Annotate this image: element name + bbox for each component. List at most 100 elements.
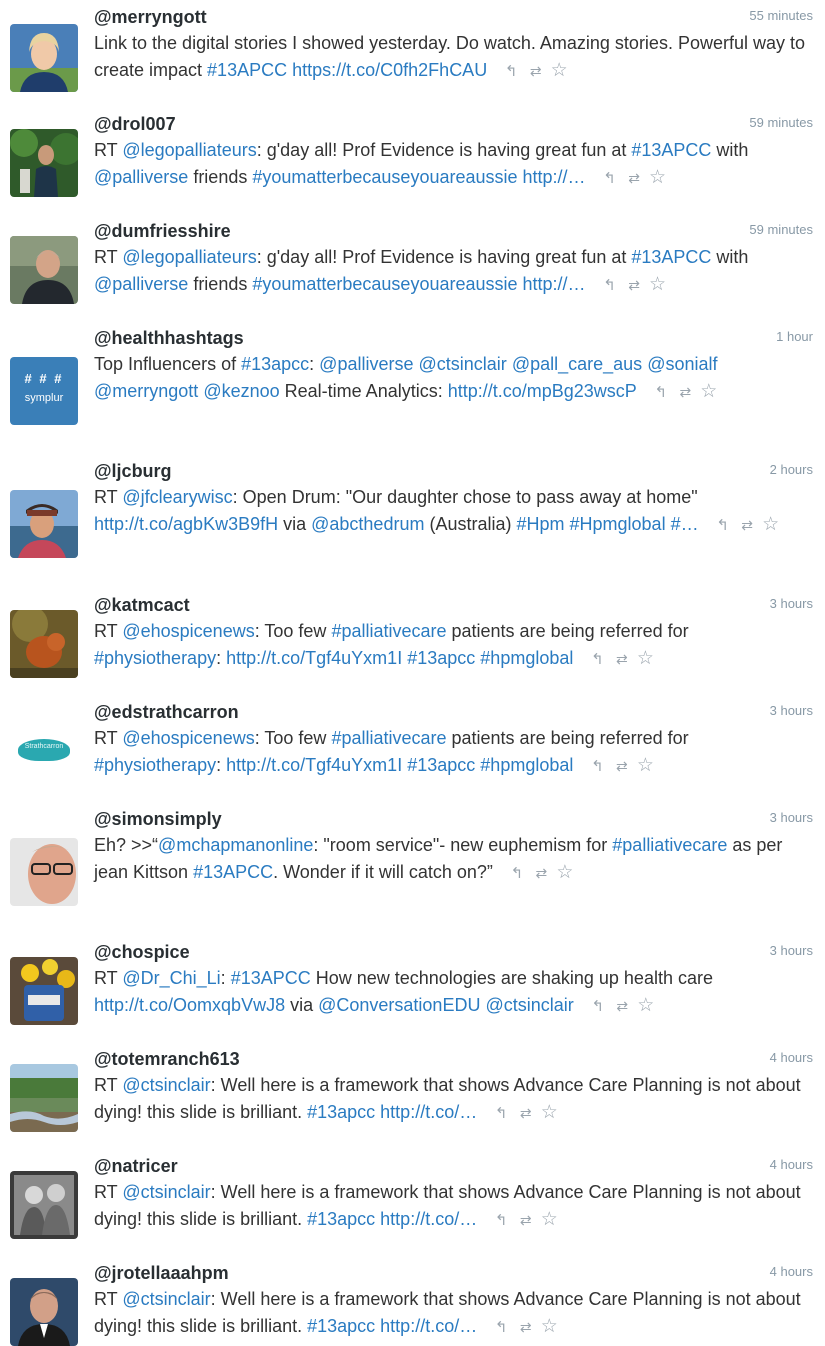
avatar[interactable]	[10, 490, 78, 558]
tweet-link[interactable]: @palliverse	[319, 354, 413, 374]
tweet-handle[interactable]: @natricer	[94, 1155, 178, 1177]
tweet-link[interactable]: #Hpm	[516, 514, 564, 534]
tweet-link[interactable]: #palliativecare	[331, 621, 446, 641]
tweet-time[interactable]: 4 hours	[770, 1264, 813, 1280]
tweet-link[interactable]: #13APCC	[207, 60, 287, 80]
tweet-link[interactable]: http://…	[523, 167, 586, 187]
favorite-icon[interactable]: ☆	[699, 379, 719, 406]
tweet-link[interactable]: #13APCC	[631, 247, 711, 267]
tweet-link[interactable]: http://t.co/agbKw3B9fH	[94, 514, 278, 534]
tweet-time[interactable]: 3 hours	[770, 703, 813, 719]
tweet-link[interactable]: #13APCC	[231, 968, 311, 988]
tweet-link[interactable]: http://t.co/mpBg23wscP	[448, 381, 637, 401]
avatar[interactable]	[10, 957, 78, 1025]
tweet-handle[interactable]: @healthhashtags	[94, 327, 244, 349]
tweet-link[interactable]: @pall_care_aus	[512, 354, 642, 374]
tweet-handle[interactable]: @simonsimply	[94, 808, 222, 830]
tweet-link[interactable]: #Hpmglobal	[570, 514, 666, 534]
avatar[interactable]	[10, 838, 78, 906]
tweet-link[interactable]: #palliativecare	[331, 728, 446, 748]
tweet-handle[interactable]: @dumfriesshire	[94, 220, 231, 242]
tweet-link[interactable]: @Dr_Chi_Li	[122, 968, 220, 988]
tweet-handle[interactable]: @jrotellaaahpm	[94, 1262, 229, 1284]
tweet-link[interactable]: #13APCC	[631, 140, 711, 160]
tweet-link[interactable]: @ctsinclair	[122, 1289, 210, 1309]
favorite-icon[interactable]: ☆	[539, 1314, 559, 1341]
retweet-icon[interactable]: ⇄	[515, 1314, 535, 1341]
reply-icon[interactable]: ↰	[491, 1101, 511, 1128]
favorite-icon[interactable]: ☆	[761, 512, 781, 539]
tweet-link[interactable]: http://t.co/…	[380, 1316, 477, 1336]
retweet-icon[interactable]: ⇄	[737, 512, 757, 539]
retweet-icon[interactable]: ⇄	[531, 860, 551, 887]
tweet-link[interactable]: @mchapmanonline	[158, 835, 313, 855]
tweet-link[interactable]: @legopalliateurs	[122, 140, 256, 160]
tweet-link[interactable]: #13APCC	[193, 862, 273, 882]
tweet-link[interactable]: @ehospicenews	[122, 728, 254, 748]
tweet-time[interactable]: 4 hours	[770, 1157, 813, 1173]
retweet-icon[interactable]: ⇄	[675, 379, 695, 406]
tweet-link[interactable]: #youmatterbecauseyouareaussie	[252, 274, 517, 294]
tweet-link[interactable]: #13apcc	[307, 1102, 375, 1122]
favorite-icon[interactable]: ☆	[636, 993, 656, 1020]
avatar[interactable]	[10, 610, 78, 678]
tweet-time[interactable]: 3 hours	[770, 943, 813, 959]
avatar[interactable]	[10, 1064, 78, 1132]
tweet-link[interactable]: @ehospicenews	[122, 621, 254, 641]
tweet-link[interactable]: @palliverse	[94, 274, 188, 294]
retweet-icon[interactable]: ⇄	[611, 753, 631, 780]
tweet-link[interactable]: https://t.co/C0fh2FhCAU	[292, 60, 487, 80]
favorite-icon[interactable]: ☆	[648, 272, 668, 299]
tweet-time[interactable]: 1 hour	[776, 329, 813, 345]
tweet-link[interactable]: @legopalliateurs	[122, 247, 256, 267]
reply-icon[interactable]: ↰	[600, 273, 620, 300]
tweet-handle[interactable]: @ljcburg	[94, 460, 172, 482]
reply-icon[interactable]: ↰	[600, 166, 620, 193]
tweet-time[interactable]: 3 hours	[770, 810, 813, 826]
tweet-link[interactable]: @abcthedrum	[311, 514, 424, 534]
tweet-link[interactable]: #13apcc	[241, 354, 309, 374]
tweet-link[interactable]: http://t.co/…	[380, 1209, 477, 1229]
tweet-link[interactable]: @ctsinclair	[485, 995, 573, 1015]
retweet-icon[interactable]: ⇄	[611, 646, 631, 673]
avatar[interactable]	[10, 24, 78, 92]
tweet-time[interactable]: 55 minutes	[749, 8, 813, 24]
retweet-icon[interactable]: ⇄	[515, 1207, 535, 1234]
avatar[interactable]	[10, 1171, 78, 1239]
reply-icon[interactable]: ↰	[587, 754, 607, 781]
tweet-time[interactable]: 2 hours	[770, 462, 813, 478]
tweet-link[interactable]: @jfclearywisc	[122, 487, 232, 507]
tweet-link[interactable]: #physiotherapy	[94, 648, 216, 668]
tweet-time[interactable]: 4 hours	[770, 1050, 813, 1066]
tweet-handle[interactable]: @katmcact	[94, 594, 190, 616]
tweet-time[interactable]: 59 minutes	[749, 115, 813, 131]
tweet-link[interactable]: http://…	[523, 274, 586, 294]
tweet-link[interactable]: #13apcc	[307, 1316, 375, 1336]
tweet-link[interactable]: @ctsinclair	[122, 1182, 210, 1202]
avatar-strathcarron-logo[interactable]: Strathcarron	[10, 717, 78, 785]
tweet-link[interactable]: http://t.co/Tgf4uYxm1I	[226, 648, 402, 668]
tweet-time[interactable]: 59 minutes	[749, 222, 813, 238]
retweet-icon[interactable]: ⇄	[515, 1100, 535, 1127]
retweet-icon[interactable]: ⇄	[612, 993, 632, 1020]
tweet-link[interactable]: @keznoo	[203, 381, 279, 401]
reply-icon[interactable]: ↰	[651, 380, 671, 407]
retweet-icon[interactable]: ⇄	[525, 58, 545, 85]
tweet-time[interactable]: 3 hours	[770, 596, 813, 612]
avatar[interactable]	[10, 236, 78, 304]
tweet-link[interactable]: #youmatterbecauseyouareaussie	[252, 167, 517, 187]
tweet-handle[interactable]: @merryngott	[94, 6, 207, 28]
avatar[interactable]	[10, 129, 78, 197]
favorite-icon[interactable]: ☆	[635, 646, 655, 673]
tweet-link[interactable]: #physiotherapy	[94, 755, 216, 775]
retweet-icon[interactable]: ⇄	[624, 165, 644, 192]
avatar-symplur-logo[interactable]: # # # symplur	[10, 357, 78, 425]
tweet-link[interactable]: http://t.co/…	[380, 1102, 477, 1122]
favorite-icon[interactable]: ☆	[549, 58, 569, 85]
favorite-icon[interactable]: ☆	[635, 753, 655, 780]
tweet-handle[interactable]: @drol007	[94, 113, 176, 135]
retweet-icon[interactable]: ⇄	[624, 272, 644, 299]
tweet-link[interactable]: @sonialf	[647, 354, 717, 374]
tweet-link[interactable]: @ctsinclair	[419, 354, 507, 374]
tweet-link[interactable]: #13apcc	[407, 648, 475, 668]
